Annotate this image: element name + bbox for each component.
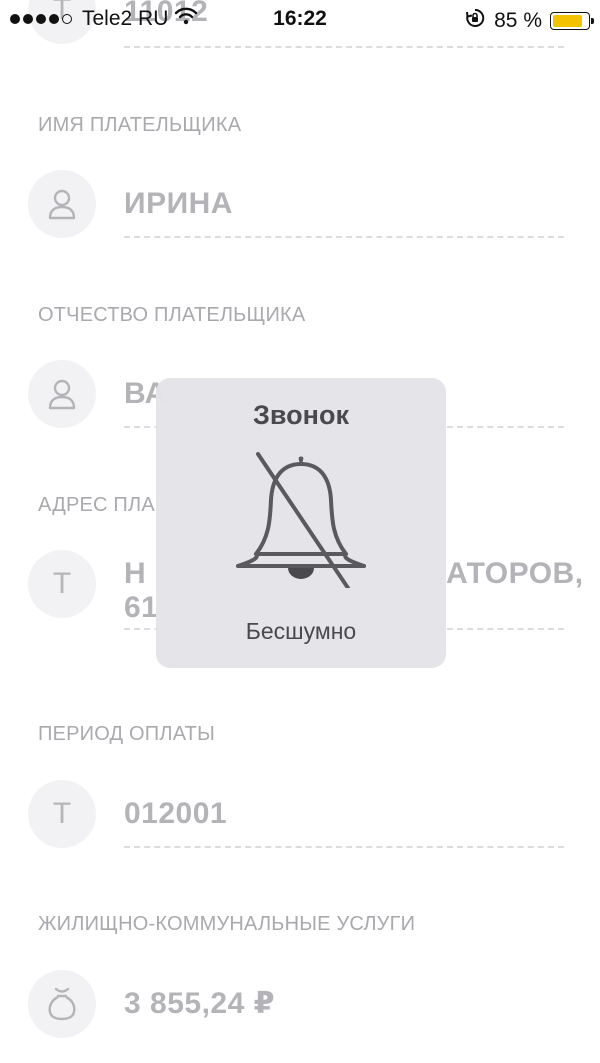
hud-subtitle: Бесшумно [245,618,357,644]
bell-muted-icon [230,448,372,590]
field-underline [124,236,564,238]
field-label: ОТЧЕСТВО ПЛАТЕЛЬЩИКА [38,304,306,326]
field-value[interactable]: ИРИНА [124,186,576,222]
payment-form-screen: Tele2 RU 16:22 85 % T 11012 ИМЯ ПЛАТЕЛЬЩ… [0,0,600,1063]
user-icon [28,360,96,428]
field-label: ПЕРИОД ОПЛАТЫ [38,723,216,745]
status-bar: Tele2 RU 16:22 85 % [0,0,600,40]
field-underline [124,46,564,48]
text-t-icon: T [28,780,96,848]
field-label: ЖИЛИЩНО-КОММУНАЛЬНЫЕ УСЛУГИ [38,913,416,935]
hud-title: Звонок [253,400,349,430]
field-value-line1-tail: АТОРОВ, [446,557,584,590]
battery-fill [553,15,582,27]
field-value[interactable]: 012001 [124,796,576,832]
battery-icon [550,12,594,30]
field-label: ИМЯ ПЛАТЕЛЬЩИКА [38,114,242,136]
money-bag-icon [28,970,96,1038]
battery-percent: 85 % [494,9,542,32]
field-label: АДРЕС ПЛА [38,494,155,516]
user-icon [28,170,96,238]
field-underline [124,846,564,848]
status-right: 85 % [464,7,594,35]
text-t-icon: T [28,550,96,618]
field-value[interactable]: 3 855,24 ₽ [124,986,576,1022]
ringer-hud: Звонок Бесшумно [156,378,446,668]
rotation-lock-icon [464,7,486,35]
